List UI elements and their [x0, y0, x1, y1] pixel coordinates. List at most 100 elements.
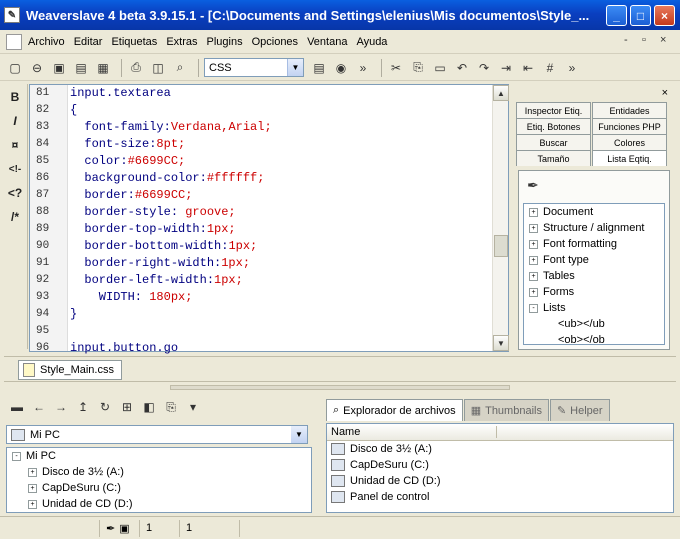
column-name[interactable]: Name: [327, 426, 497, 438]
css-comment-button[interactable]: /*: [4, 206, 26, 228]
code-line[interactable]: WIDTH: 180px;: [70, 289, 490, 306]
print-icon[interactable]: ⎙: [127, 59, 145, 77]
document-list-icon[interactable]: ▤: [310, 59, 328, 77]
code-line[interactable]: [70, 323, 490, 340]
menu-archivo[interactable]: Archivo: [28, 36, 65, 48]
code-line[interactable]: border-left-width:1px;: [70, 272, 490, 289]
tab-buscar[interactable]: Buscar: [516, 134, 591, 150]
maximize-button[interactable]: □: [630, 5, 651, 26]
menu-plugins[interactable]: Plugins: [207, 36, 243, 48]
scroll-down-icon[interactable]: ▼: [493, 335, 509, 351]
menu-extras[interactable]: Extras: [166, 36, 197, 48]
language-select[interactable]: CSS ▼: [204, 58, 304, 77]
preview-icon[interactable]: ◫: [149, 59, 167, 77]
tree-item[interactable]: <ub></ub: [524, 316, 664, 332]
menu-ventana[interactable]: Ventana: [307, 36, 347, 48]
open-icon[interactable]: ⊖: [28, 59, 46, 77]
collapse-icon[interactable]: -: [529, 303, 538, 313]
code-line[interactable]: input.button.go: [70, 340, 490, 357]
tab-explorador[interactable]: ⌕ Explorador de archivos: [326, 399, 463, 421]
code-line[interactable]: border-style: groove;: [70, 204, 490, 221]
folder-tree[interactable]: - Mi PC + Disco de 3½ (A:) + CapDeSuru (C:) + U…: [6, 447, 312, 513]
comment-button[interactable]: <!-: [4, 158, 26, 180]
tree-item[interactable]: <ob></ob: [524, 332, 664, 344]
more-icon[interactable]: »: [563, 59, 581, 77]
italic-button[interactable]: I: [4, 110, 26, 132]
menu-opciones[interactable]: Opciones: [252, 36, 298, 48]
code-line[interactable]: border-bottom-width:1px;: [70, 238, 490, 255]
back-arrow-icon[interactable]: ←: [30, 398, 48, 416]
list-item[interactable]: Unidad de CD (D:): [327, 473, 673, 489]
expand-icon[interactable]: +: [28, 483, 37, 493]
tab-funciones-php[interactable]: Funciones PHP: [592, 118, 667, 134]
tree-item[interactable]: + Font type: [524, 252, 664, 268]
document-icon[interactable]: [6, 33, 22, 50]
expand-icon[interactable]: +: [28, 467, 37, 477]
tree-item[interactable]: + Font formatting: [524, 236, 664, 252]
tab-helper[interactable]: ✎ Helper: [549, 399, 610, 421]
scroll-up-icon[interactable]: ▲: [493, 85, 509, 101]
save-icon[interactable]: ▣: [50, 59, 68, 77]
tree-item[interactable]: - Lists: [524, 300, 664, 316]
close-button[interactable]: ×: [654, 5, 675, 26]
tab-thumbnails[interactable]: ▦ Thumbnails: [463, 399, 549, 421]
mdi-minimize-button[interactable]: -: [624, 34, 628, 46]
view-icon[interactable]: ◧: [140, 398, 158, 416]
menu-editar[interactable]: Editar: [74, 36, 103, 48]
panel-splitter[interactable]: [170, 385, 510, 390]
code-area[interactable]: input.textarea { font-family:Verdana,Aria…: [70, 85, 490, 357]
code-line[interactable]: border-top-width:1px;: [70, 221, 490, 238]
views-dropdown-icon[interactable]: ▾: [184, 398, 202, 416]
chevron-down-icon[interactable]: ▼: [291, 426, 307, 443]
copy-icon[interactable]: ⎘: [162, 398, 180, 416]
more-icon[interactable]: »: [354, 59, 372, 77]
expand-icon[interactable]: +: [529, 239, 538, 249]
minimize-button[interactable]: _: [606, 5, 627, 26]
expand-icon[interactable]: +: [529, 207, 538, 217]
cut-icon[interactable]: ✂: [387, 59, 405, 77]
list-item[interactable]: Panel de control: [327, 489, 673, 505]
code-editor[interactable]: 81 82 83 84 85 86 87 88 89 90 91 92 93 94 95 96 input.t…: [29, 84, 509, 355]
tree-item[interactable]: - Mi PC: [7, 448, 311, 464]
list-item[interactable]: Disco de 3½ (A:): [327, 441, 673, 457]
tab-colores[interactable]: Colores: [592, 134, 667, 150]
code-line[interactable]: border:#6699CC;: [70, 187, 490, 204]
new-file-icon[interactable]: ▢: [6, 59, 24, 77]
file-tab[interactable]: Style_Main.css: [18, 360, 122, 380]
paste-icon[interactable]: ▭: [431, 59, 449, 77]
expand-icon[interactable]: +: [529, 271, 538, 281]
new-folder-icon[interactable]: ⊞: [118, 398, 136, 416]
tree-item[interactable]: + Disco de 3½ (A:): [7, 464, 311, 480]
bold-button[interactable]: B: [4, 86, 26, 108]
code-line[interactable]: font-family:Verdana,Arial;: [70, 119, 490, 136]
tab-etiq-botones[interactable]: Etiq. Botones: [516, 118, 591, 134]
tree-item[interactable]: + Forms: [524, 284, 664, 300]
tab-tamano[interactable]: Tamaño: [516, 150, 591, 166]
forward-arrow-icon[interactable]: →: [52, 398, 70, 416]
chevron-down-icon[interactable]: ▼: [287, 59, 303, 76]
mdi-close-button[interactable]: ×: [660, 34, 666, 46]
up-folder-icon[interactable]: ↥: [74, 398, 92, 416]
save-as-icon[interactable]: ▤: [72, 59, 90, 77]
hash-icon[interactable]: #: [541, 59, 559, 77]
redo-icon[interactable]: ↷: [475, 59, 493, 77]
tag-tree[interactable]: + Document + Structure / alignment + Font for…: [523, 203, 665, 345]
indent-icon[interactable]: ⇥: [497, 59, 515, 77]
php-button[interactable]: <?: [4, 182, 26, 204]
collapse-icon[interactable]: -: [12, 451, 21, 461]
menu-ayuda[interactable]: Ayuda: [356, 36, 387, 48]
drive-select[interactable]: Mi PC ▼: [6, 425, 308, 444]
outdent-icon[interactable]: ⇤: [519, 59, 537, 77]
tab-inspector[interactable]: Inspector Etiq.: [516, 102, 591, 118]
expand-icon[interactable]: +: [529, 287, 538, 297]
code-line[interactable]: color:#6699CC;: [70, 153, 490, 170]
refresh-icon[interactable]: ↻: [96, 398, 114, 416]
tab-lista-etiq[interactable]: Lista Eqtiq.: [592, 150, 667, 166]
code-line[interactable]: font-size:8pt;: [70, 136, 490, 153]
code-line[interactable]: input.textarea: [70, 85, 490, 102]
undo-icon[interactable]: ↶: [453, 59, 471, 77]
find-icon[interactable]: ⌕: [171, 59, 189, 77]
file-list[interactable]: Name Disco de 3½ (A:) CapDeSuru (C:) Unida…: [326, 423, 674, 513]
code-line[interactable]: background-color:#ffffff;: [70, 170, 490, 187]
code-line[interactable]: }: [70, 306, 490, 323]
